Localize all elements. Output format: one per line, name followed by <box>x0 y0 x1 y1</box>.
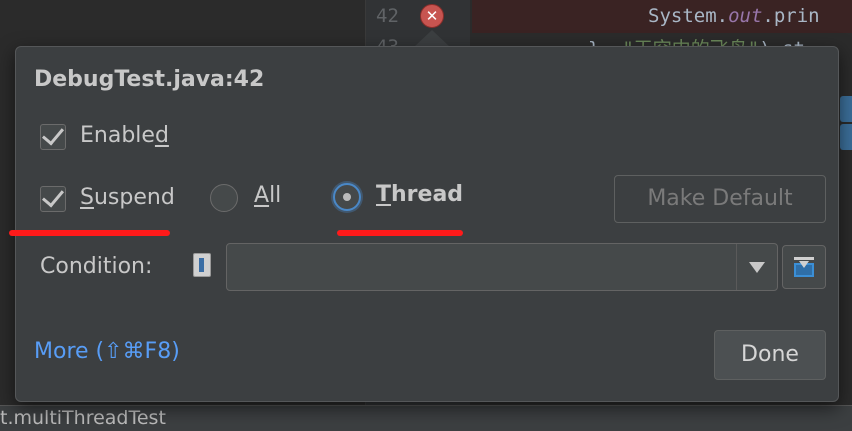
condition-label: Condition: <box>40 254 153 279</box>
suspend-thread-label[interactable]: Thread <box>376 182 463 207</box>
all-mnemonic: A <box>254 183 270 208</box>
suspend-all-label[interactable]: All <box>254 183 281 208</box>
code-text: .prin <box>762 5 820 27</box>
status-bar-text: t.multiThreadTest <box>0 407 166 429</box>
condition-icon <box>193 253 211 277</box>
breakpoint-popup: DebugTest.java:42 Enabled Suspend All Th… <box>9 46 839 402</box>
popup-pointer <box>414 30 450 47</box>
suspend-annotation-underline <box>9 230 170 236</box>
expand-icon-arrow <box>799 261 809 268</box>
combo-separator <box>736 244 737 290</box>
code-line: System.out.prin <box>648 5 820 27</box>
enabled-label-text: Enable <box>80 123 155 148</box>
done-button[interactable]: Done <box>714 330 826 380</box>
all-label-text: ll <box>269 183 282 208</box>
chevron-down-icon[interactable] <box>749 262 765 273</box>
popup-title: DebugTest.java:42 <box>34 67 265 92</box>
scroll-marker <box>840 124 852 150</box>
condition-icon-glyph <box>199 258 204 272</box>
enabled-label[interactable]: Enabled <box>80 123 169 148</box>
scroll-marker <box>840 96 852 122</box>
suspend-all-radio[interactable] <box>210 184 238 212</box>
enabled-checkbox[interactable] <box>40 122 66 150</box>
suspend-label[interactable]: Suspend <box>80 185 175 210</box>
thread-annotation-underline <box>337 230 463 236</box>
make-default-button[interactable]: Make Default <box>614 175 826 223</box>
radio-dot <box>343 193 351 201</box>
thread-mnemonic: T <box>376 182 392 207</box>
more-link[interactable]: More (⇧⌘F8) <box>34 339 180 364</box>
suspend-mnemonic: S <box>80 185 94 210</box>
checkmark-icon <box>41 184 65 208</box>
suspend-label-text: uspend <box>93 185 175 210</box>
suspend-checkbox[interactable] <box>40 184 66 212</box>
code-text: System. <box>648 5 729 27</box>
line-number: 42 <box>376 5 399 27</box>
breakpoint-x-icon[interactable]: ✕ <box>420 4 444 28</box>
condition-input[interactable] <box>226 243 778 291</box>
suspend-thread-radio[interactable] <box>333 183 361 211</box>
expand-editor-button[interactable] <box>782 245 826 289</box>
code-field: out <box>728 5 763 27</box>
expand-icon-bar <box>794 257 814 260</box>
thread-label-text: hread <box>391 182 464 207</box>
enabled-mnemonic: d <box>154 123 169 148</box>
checkmark-icon <box>41 122 65 146</box>
status-bar: t.multiThreadTest <box>0 405 852 431</box>
